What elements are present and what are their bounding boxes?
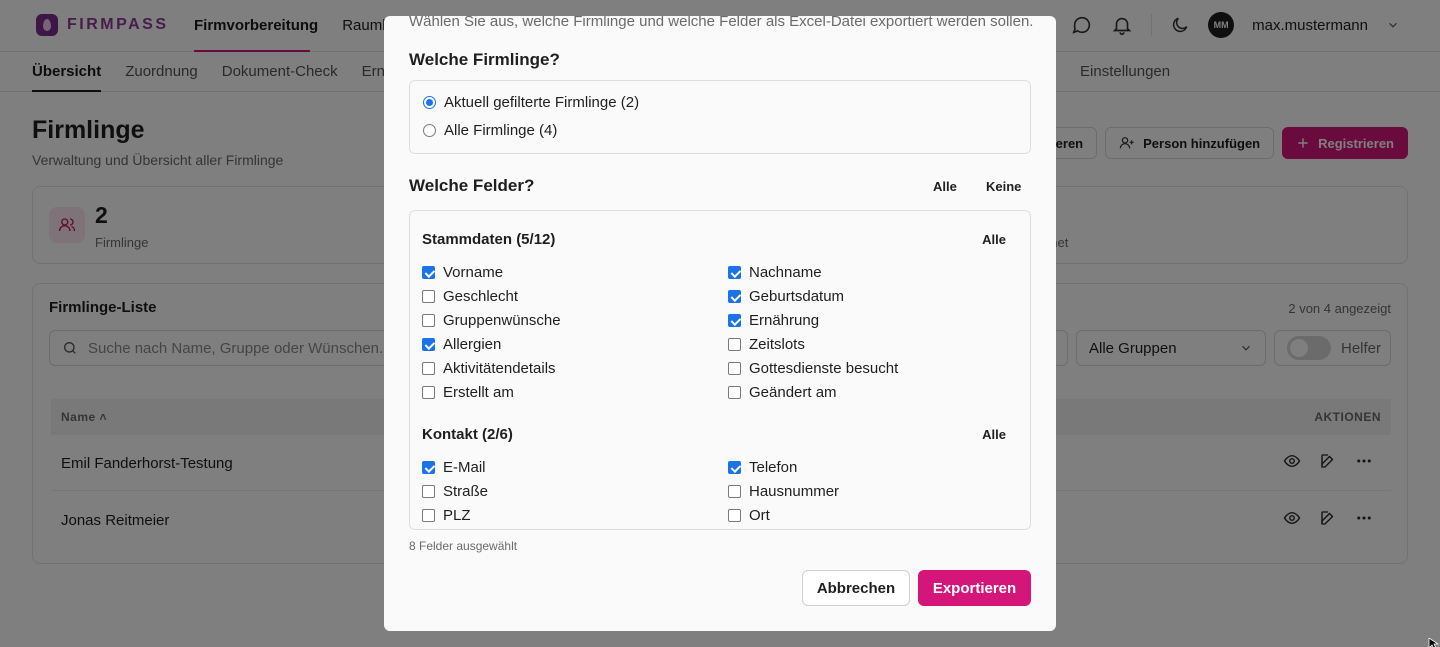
field-checkbox-item[interactable]: E-Mail [422, 459, 486, 476]
field-checkbox-item[interactable]: Aktivitätendetails [422, 360, 556, 377]
group-select-all-button[interactable]: Alle [982, 232, 1006, 247]
selected-count: 8 Felder ausgewählt [409, 539, 518, 553]
field-checkbox-item[interactable]: Ernährung [728, 312, 819, 329]
checkbox-label: Aktivitätendetails [443, 360, 556, 377]
checkbox[interactable] [422, 362, 435, 375]
field-checkbox-item[interactable]: Allergien [422, 336, 501, 353]
checkbox[interactable] [422, 290, 435, 303]
field-checkbox-item[interactable]: Gottesdienste besucht [728, 360, 898, 377]
field-group-title: Kontakt (2/6) [422, 426, 513, 443]
checkbox-label: Geschlecht [443, 288, 519, 305]
checkbox[interactable] [728, 338, 741, 351]
radio-button[interactable] [423, 96, 436, 109]
checkbox-label: Allergien [443, 336, 502, 353]
checkbox[interactable] [422, 314, 435, 327]
field-checkbox-item[interactable]: Zeitslots [728, 336, 805, 353]
which-fields-heading: Welche Felder? [409, 176, 535, 195]
field-checkbox-item[interactable]: Telefon [728, 459, 797, 476]
checkbox-label: E-Mail [443, 459, 486, 476]
radio-button[interactable] [423, 124, 436, 137]
export-dialog: Wählen Sie aus, welche Firmlinge und wel… [384, 16, 1056, 631]
dialog-description: Wählen Sie aus, welche Firmlinge und wel… [409, 16, 1034, 30]
radio-label: Aktuell gefilterte Firmlinge (2) [444, 94, 640, 111]
field-checkbox-item[interactable]: PLZ [422, 507, 471, 524]
field-checkbox-item[interactable]: Nachname [728, 264, 822, 281]
checkbox-label: Zeitslots [749, 336, 805, 353]
checkbox[interactable] [728, 461, 741, 474]
select-all-button[interactable]: Alle [933, 179, 957, 194]
checkbox-label: Geburtsdatum [749, 288, 845, 305]
fields-list[interactable]: Stammdaten (5/12) Alle Vorname Nachname Gesc… [409, 210, 1031, 530]
radio-filtered[interactable]: Aktuell gefilterte Firmlinge (2) [423, 94, 639, 111]
checkbox-label: Geändert am [749, 384, 837, 401]
select-none-button[interactable]: Keine [986, 179, 1021, 194]
checkbox-label: Ort [749, 507, 770, 524]
checkbox[interactable] [422, 338, 435, 351]
checkbox-label: Vorname [443, 264, 504, 281]
field-checkbox-item[interactable]: Hausnummer [728, 483, 839, 500]
checkbox[interactable] [422, 461, 435, 474]
checkbox[interactable] [728, 314, 741, 327]
checkbox[interactable] [422, 386, 435, 399]
group-select-all-button[interactable]: Alle [982, 427, 1006, 442]
field-checkbox-item[interactable]: Geschlecht [422, 288, 518, 305]
firmlinge-radio-group: Aktuell gefilterte Firmlinge (2) Alle Fi… [409, 80, 1031, 154]
checkbox-label: Telefon [749, 459, 798, 476]
checkbox-label: Erstellt am [443, 384, 514, 401]
field-checkbox-item[interactable]: Geburtsdatum [728, 288, 844, 305]
checkbox[interactable] [422, 485, 435, 498]
checkbox-label: PLZ [443, 507, 471, 524]
field-checkbox-item[interactable]: Vorname [422, 264, 503, 281]
checkbox[interactable] [422, 266, 435, 279]
checkbox[interactable] [728, 485, 741, 498]
which-firmlinge-heading: Welche Firmlinge? [409, 50, 560, 69]
radio-all[interactable]: Alle Firmlinge (4) [423, 122, 557, 139]
mouse-cursor-icon [1428, 636, 1440, 647]
field-checkbox-item[interactable]: Ort [728, 507, 770, 524]
checkbox[interactable] [422, 509, 435, 522]
checkbox-label: Gottesdienste besucht [749, 360, 899, 377]
checkbox-label: Ernährung [749, 312, 820, 329]
field-group-title: Stammdaten (5/12) [422, 231, 556, 248]
checkbox[interactable] [728, 266, 741, 279]
checkbox[interactable] [728, 509, 741, 522]
field-checkbox-item[interactable]: Geändert am [728, 384, 837, 401]
checkbox[interactable] [728, 362, 741, 375]
checkbox[interactable] [728, 386, 741, 399]
field-checkbox-item[interactable]: Erstellt am [422, 384, 514, 401]
field-checkbox-item[interactable]: Gruppenwünsche [422, 312, 561, 329]
checkbox-label: Nachname [749, 264, 822, 281]
checkbox-label: Gruppenwünsche [443, 312, 561, 329]
cancel-button[interactable]: Abbrechen [802, 570, 910, 606]
checkbox[interactable] [728, 290, 741, 303]
checkbox-label: Straße [443, 483, 489, 500]
radio-label: Alle Firmlinge (4) [444, 122, 558, 139]
checkbox-label: Hausnummer [749, 483, 840, 500]
export-confirm-button[interactable]: Exportieren [918, 570, 1031, 606]
field-checkbox-item[interactable]: Straße [422, 483, 488, 500]
